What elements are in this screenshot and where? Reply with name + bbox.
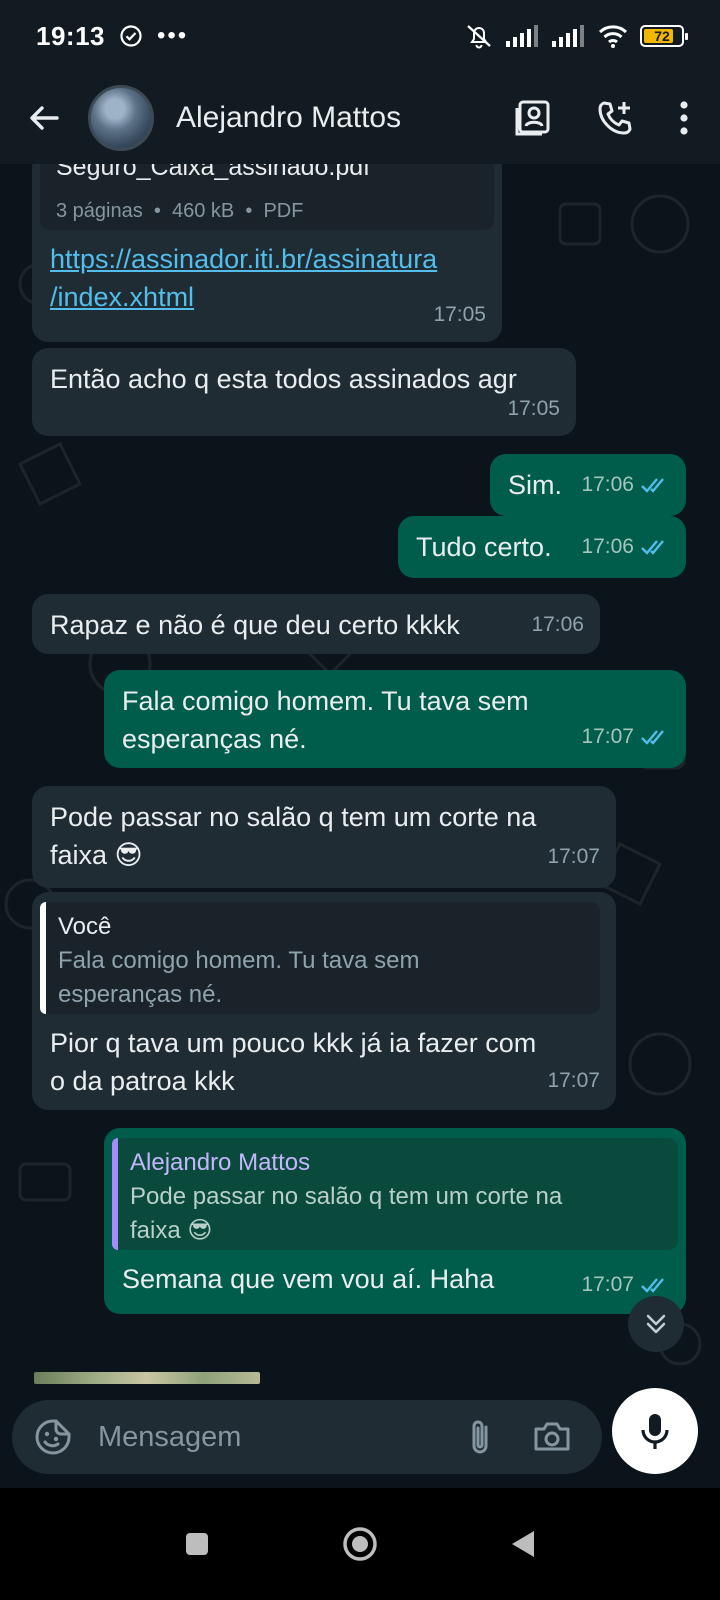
quoted-message[interactable]: Alejandro Mattos Pode passar no salão q …: [112, 1138, 678, 1250]
message-outgoing[interactable]: Sim. 17:06: [490, 454, 686, 516]
recents-icon[interactable]: [183, 1530, 211, 1558]
read-ticks-icon: [641, 730, 664, 745]
system-navigation-bar: [0, 1488, 720, 1600]
message-meta: 17:06: [581, 466, 670, 504]
voice-message-button[interactable]: [612, 1388, 698, 1474]
quoted-line-1: Fala comigo homem. Tu tava sem: [58, 947, 420, 974]
message-incoming-document[interactable]: Seguro_Caixa_assinado.pdf 3 páginas • 46…: [32, 164, 502, 342]
message-line-1: Fala comigo homem. Tu tava sem: [122, 686, 529, 716]
more-notifications-icon: •••: [157, 22, 189, 49]
read-ticks-icon: [641, 540, 664, 555]
message-meta: 17:07: [581, 718, 670, 756]
document-filename: Seguro_Caixa_assinado.pdf: [56, 164, 371, 181]
quoted-message[interactable]: Você Fala comigo homem. Tu tava sem espe…: [40, 902, 600, 1014]
battery-icon: 72: [640, 25, 688, 47]
message-incoming[interactable]: Pode passar no salão q tem um corte na f…: [32, 786, 616, 888]
message-time: 17:05: [507, 397, 560, 420]
contact-name[interactable]: Alejandro Mattos: [176, 101, 401, 135]
mic-icon: [641, 1414, 669, 1449]
message-incoming-reply[interactable]: Você Fala comigo homem. Tu tava sem espe…: [32, 892, 616, 1110]
scroll-down-icon: [646, 1314, 666, 1334]
status-time: 19:13: [36, 20, 105, 51]
read-ticks-icon: [641, 1278, 664, 1293]
message-input[interactable]: Mensagem: [12, 1400, 602, 1474]
message-line-1: Pode passar no salão q tem um corte na: [50, 802, 537, 832]
sticker-icon[interactable]: [34, 1418, 72, 1456]
message-outgoing[interactable]: Tudo certo. 17:06: [398, 516, 686, 578]
scroll-to-bottom-button[interactable]: [628, 1296, 684, 1352]
quoted-line-1: Pode passar no salão q tem um corte na: [130, 1183, 563, 1210]
message-time: 17:07: [547, 1069, 600, 1092]
status-bar: 19:13 ••• 72: [0, 0, 720, 72]
chat-header: Alejandro Mattos: [0, 72, 720, 164]
link-line-1: https://assinador.iti.br/assinatura: [50, 244, 438, 274]
message-text: Então acho q esta todos assinados agr: [50, 364, 517, 394]
message-outgoing[interactable]: Fala comigo homem. Tu tava sem esperança…: [104, 670, 686, 768]
back-arrow-icon: [30, 106, 59, 130]
attach-icon[interactable]: [468, 1418, 492, 1456]
message-time: 17:05: [433, 303, 486, 326]
wifi-icon: [598, 25, 628, 48]
message-incoming[interactable]: Então acho q esta todos assinados agr 17…: [32, 348, 576, 436]
message-link[interactable]: https://assinador.iti.br/assinatura /ind…: [50, 244, 437, 312]
composer: Mensagem: [0, 1388, 720, 1482]
quoted-line-2: faixa 😎: [130, 1217, 213, 1244]
document-card[interactable]: Seguro_Caixa_assinado.pdf 3 páginas • 46…: [40, 164, 494, 230]
signal-icon: [506, 25, 538, 47]
message-meta: 17:06: [581, 528, 670, 566]
message-placeholder: Mensagem: [98, 1420, 242, 1453]
quoted-line-2: esperanças né.: [58, 981, 223, 1008]
message-incoming[interactable]: Rapaz e não é que deu certo kkkk 17:06: [32, 594, 600, 654]
more-vert-icon[interactable]: [678, 100, 690, 136]
mute-bell-icon: [467, 25, 491, 49]
battery-level: 72: [654, 28, 670, 44]
add-call-icon[interactable]: [596, 99, 634, 137]
quoted-sender: Alejandro Mattos: [130, 1149, 311, 1176]
back-nav-icon[interactable]: [509, 1529, 537, 1559]
message-time: 17:07: [547, 845, 600, 868]
back-button[interactable]: [22, 96, 66, 140]
signal-icon-2: [552, 25, 584, 47]
message-line-1: Pior q tava um pouco kkk já ia fazer com: [50, 1028, 537, 1058]
message-outgoing-reply[interactable]: Alejandro Mattos Pode passar no salão q …: [104, 1128, 686, 1314]
message-line-2: o da patroa kkk: [50, 1066, 235, 1096]
check-circle-icon: [120, 25, 142, 47]
camera-icon[interactable]: [532, 1419, 572, 1455]
message-time: 17:06: [531, 613, 584, 636]
home-icon[interactable]: [341, 1525, 379, 1563]
read-ticks-icon: [641, 478, 664, 493]
document-meta: 3 páginas • 460 kB • PDF: [56, 200, 304, 222]
contact-card-icon[interactable]: [514, 99, 552, 137]
link-line-2: /index.xhtml: [50, 282, 195, 312]
message-list[interactable]: Seguro_Caixa_assinado.pdf 3 páginas • 46…: [0, 164, 720, 1400]
avatar[interactable]: [88, 85, 154, 151]
quoted-sender: Você: [58, 913, 112, 940]
message-line-2: faixa 😎: [50, 840, 143, 870]
message-text: Rapaz e não é que deu certo kkkk: [50, 610, 460, 640]
media-preview-strip: [34, 1372, 260, 1384]
